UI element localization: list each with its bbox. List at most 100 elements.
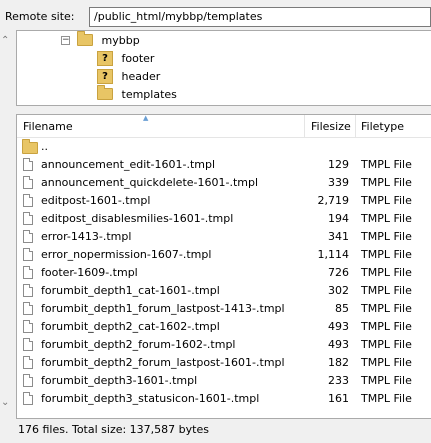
file-icon bbox=[23, 284, 33, 297]
file-size: 1,114 bbox=[317, 248, 350, 261]
folder-icon bbox=[22, 139, 38, 154]
sort-ascending-icon: ▲ bbox=[143, 114, 149, 122]
file-name: error-1413-.tmpl bbox=[41, 230, 132, 243]
remote-site-bar: Remote site: /public_html/mybbp/template… bbox=[0, 0, 431, 30]
file-size: 302 bbox=[328, 284, 349, 297]
file-row[interactable]: editpost-1601-.tmpl 2,719 TMPL File bbox=[17, 192, 431, 210]
file-type: TMPL File bbox=[361, 266, 412, 279]
file-size: 129 bbox=[328, 158, 349, 171]
file-name: .. bbox=[41, 140, 48, 153]
file-size: 194 bbox=[328, 212, 349, 225]
file-row[interactable]: forumbit_depth1_cat-1601-.tmpl 302 TMPL Fi… bbox=[17, 282, 431, 300]
file-name: forumbit_depth3-1601-.tmpl bbox=[41, 374, 198, 387]
file-icon bbox=[23, 320, 33, 333]
file-row[interactable]: forumbit_depth2_forum_lastpost-1601-.tmp… bbox=[17, 354, 431, 372]
file-type: TMPL File bbox=[361, 230, 412, 243]
remote-directory-tree: − mybbp ? footer ? header templates bbox=[16, 30, 431, 106]
file-icon bbox=[23, 302, 33, 315]
folder-icon bbox=[77, 31, 93, 46]
file-type: TMPL File bbox=[361, 356, 412, 369]
file-type: TMPL File bbox=[361, 284, 412, 297]
pane-splitter[interactable] bbox=[16, 106, 431, 114]
file-name: forumbit_depth1_forum_lastpost-1413-.tmp… bbox=[41, 302, 285, 315]
file-icon bbox=[23, 230, 33, 243]
left-pane-edge: ⌃ ⌄ bbox=[0, 30, 16, 443]
remote-site-path-input[interactable]: /public_html/mybbp/templates bbox=[89, 7, 431, 27]
status-text: 176 files. Total size: 137,587 bytes bbox=[18, 423, 209, 436]
tree-node-templates[interactable]: templates bbox=[97, 85, 177, 104]
file-type: TMPL File bbox=[361, 212, 412, 225]
file-size: 182 bbox=[328, 356, 349, 369]
file-type: TMPL File bbox=[361, 374, 412, 387]
tree-node-label: templates bbox=[121, 88, 177, 101]
file-name: forumbit_depth2_forum-1602-.tmpl bbox=[41, 338, 236, 351]
file-size: 726 bbox=[328, 266, 349, 279]
file-name: announcement_edit-1601-.tmpl bbox=[41, 158, 216, 171]
collapse-icon[interactable]: − bbox=[61, 36, 70, 45]
column-divider[interactable] bbox=[304, 115, 305, 137]
tree-node-header[interactable]: ? header bbox=[97, 68, 160, 86]
file-name: forumbit_depth2_cat-1602-.tmpl bbox=[41, 320, 220, 333]
file-icon bbox=[23, 248, 33, 261]
file-list-header: ▲ Filename Filesize Filetype bbox=[17, 115, 431, 138]
file-type: TMPL File bbox=[361, 194, 412, 207]
remote-file-list: ▲ Filename Filesize Filetype .. announce… bbox=[16, 114, 431, 419]
file-size: 233 bbox=[328, 374, 349, 387]
tree-node-label: footer bbox=[121, 52, 155, 65]
tree-node-label: header bbox=[121, 70, 161, 83]
file-icon bbox=[23, 158, 33, 171]
file-size: 493 bbox=[328, 320, 349, 333]
file-icon bbox=[23, 212, 33, 225]
status-bar: 176 files. Total size: 137,587 bytes bbox=[16, 419, 431, 443]
file-icon bbox=[23, 392, 33, 405]
file-type: TMPL File bbox=[361, 158, 412, 171]
file-row[interactable]: error-1413-.tmpl 341 TMPL File bbox=[17, 228, 431, 246]
file-size: 339 bbox=[328, 176, 349, 189]
file-size: 493 bbox=[328, 338, 349, 351]
file-icon bbox=[23, 176, 33, 189]
file-icon bbox=[23, 374, 33, 387]
tree-node-label: mybbp bbox=[101, 34, 140, 47]
file-icon bbox=[23, 356, 33, 369]
file-size: 161 bbox=[328, 392, 349, 405]
chevron-up-icon[interactable]: ⌃ bbox=[1, 35, 13, 47]
parent-directory-row[interactable]: .. bbox=[17, 138, 431, 156]
file-name: forumbit_depth2_forum_lastpost-1601-.tmp… bbox=[41, 356, 285, 369]
file-name: forumbit_depth1_cat-1601-.tmpl bbox=[41, 284, 220, 297]
file-name: editpost-1601-.tmpl bbox=[41, 194, 151, 207]
unknown-folder-icon: ? bbox=[97, 68, 113, 84]
file-icon bbox=[23, 194, 33, 207]
file-size: 341 bbox=[328, 230, 349, 243]
file-size: 2,719 bbox=[317, 194, 350, 207]
file-row[interactable]: footer-1609-.tmpl 726 TMPL File bbox=[17, 264, 431, 282]
file-type: TMPL File bbox=[361, 320, 412, 333]
file-type: TMPL File bbox=[361, 302, 412, 315]
unknown-folder-icon: ? bbox=[97, 50, 113, 66]
file-name: error_nopermission-1607-.tmpl bbox=[41, 248, 212, 261]
file-row[interactable]: error_nopermission-1607-.tmpl 1,114 TMPL F… bbox=[17, 246, 431, 264]
file-size: 85 bbox=[335, 302, 349, 315]
file-row[interactable]: announcement_quickdelete-1601-.tmpl 339 TM… bbox=[17, 174, 431, 192]
column-header-filename[interactable]: Filename bbox=[23, 120, 73, 133]
column-header-filesize[interactable]: Filesize bbox=[311, 120, 351, 133]
file-name: editpost_disablesmilies-1601-.tmpl bbox=[41, 212, 234, 225]
file-icon bbox=[23, 266, 33, 279]
column-divider[interactable] bbox=[355, 115, 356, 137]
file-type: TMPL File bbox=[361, 248, 412, 261]
remote-site-label: Remote site: bbox=[5, 10, 75, 23]
file-row[interactable]: forumbit_depth1_forum_lastpost-1413-.tmp… bbox=[17, 300, 431, 318]
file-row[interactable]: forumbit_depth3_statusicon-1601-.tmpl 161… bbox=[17, 390, 431, 408]
file-row[interactable]: announcement_edit-1601-.tmpl 129 TMPL File bbox=[17, 156, 431, 174]
file-type: TMPL File bbox=[361, 338, 412, 351]
file-row[interactable]: forumbit_depth3-1601-.tmpl 233 TMPL File bbox=[17, 372, 431, 390]
folder-icon bbox=[97, 85, 113, 100]
file-row[interactable]: editpost_disablesmilies-1601-.tmpl 194 TMP… bbox=[17, 210, 431, 228]
chevron-down-icon[interactable]: ⌄ bbox=[1, 397, 13, 409]
file-name: forumbit_depth3_statusicon-1601-.tmpl bbox=[41, 392, 260, 405]
file-row[interactable]: forumbit_depth2_cat-1602-.tmpl 493 TMPL Fi… bbox=[17, 318, 431, 336]
tree-node-footer[interactable]: ? footer bbox=[97, 50, 154, 68]
column-header-filetype[interactable]: Filetype bbox=[361, 120, 404, 133]
file-name: footer-1609-.tmpl bbox=[41, 266, 138, 279]
file-row[interactable]: forumbit_depth2_forum-1602-.tmpl 493 TMPL … bbox=[17, 336, 431, 354]
file-name: announcement_quickdelete-1601-.tmpl bbox=[41, 176, 259, 189]
